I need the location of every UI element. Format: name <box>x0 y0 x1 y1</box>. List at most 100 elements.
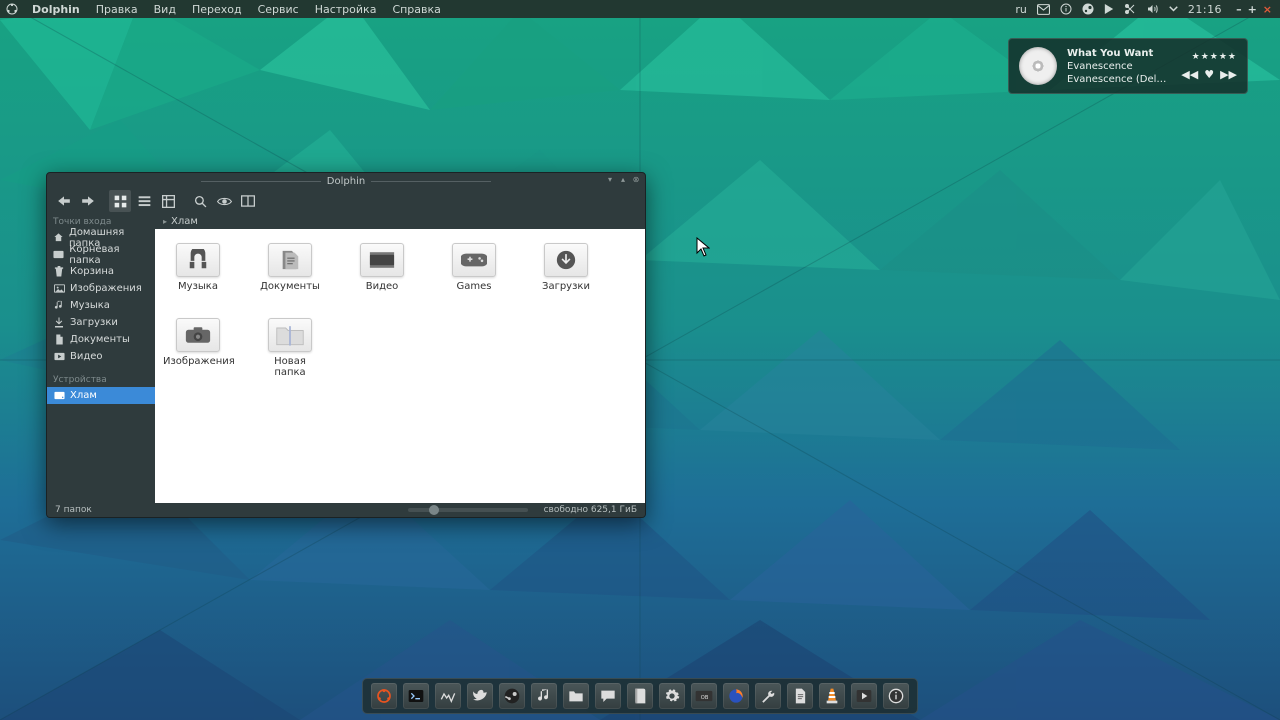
chevron-down-icon[interactable] <box>1169 6 1178 12</box>
window-minimize-button[interactable]: ▾ <box>605 174 615 184</box>
status-bar: 7 папок свободно 625,1 ГиБ <box>47 503 645 517</box>
dock-onboard[interactable]: OB <box>691 683 717 709</box>
dock-firefox[interactable] <box>723 683 749 709</box>
forward-button[interactable] <box>77 190 99 212</box>
folder-documents[interactable]: Документы <box>261 243 319 292</box>
dock-vlc[interactable] <box>819 683 845 709</box>
devices-section-title: Устройства <box>47 371 155 387</box>
dock-monitor[interactable] <box>435 683 461 709</box>
folder-videos[interactable]: Видео <box>353 243 411 292</box>
info-icon[interactable] <box>1060 3 1072 15</box>
search-button[interactable] <box>189 190 211 212</box>
preview-button[interactable] <box>213 190 235 212</box>
system-tray: ru 21:16 – + × <box>1015 3 1280 16</box>
love-track-button[interactable]: ♥ <box>1204 68 1214 81</box>
folder-downloads[interactable]: Загрузки <box>537 243 595 292</box>
folder-pictures[interactable]: Изображения <box>169 318 227 378</box>
breadcrumb[interactable]: ▸ Хлам <box>155 213 645 229</box>
menu-tools[interactable]: Сервис <box>250 3 307 16</box>
dock-terminal[interactable] <box>403 683 429 709</box>
hdd-icon <box>53 390 65 402</box>
icons-view-button[interactable] <box>109 190 131 212</box>
dock-book[interactable] <box>627 683 653 709</box>
dock-wrench[interactable] <box>755 683 781 709</box>
place-trash[interactable]: Корзина <box>47 263 155 280</box>
breadcrumb-arrow-icon: ▸ <box>163 217 167 226</box>
maximize-button[interactable]: + <box>1248 3 1257 16</box>
folder-new[interactable]: Новая папка <box>261 318 319 378</box>
dolphin-toolbar <box>47 189 645 213</box>
dock-music[interactable] <box>531 683 557 709</box>
folder-games[interactable]: Games <box>445 243 503 292</box>
pictures-icon <box>53 283 65 295</box>
play-icon[interactable] <box>1104 3 1114 15</box>
track-album: Evanescence (Delu... <box>1067 73 1171 86</box>
music-icon <box>53 300 65 312</box>
scissors-icon[interactable] <box>1124 3 1136 15</box>
dock-writer[interactable] <box>787 683 813 709</box>
places-sidebar: Точки входа Домашняя папка Корневая папк… <box>47 213 155 503</box>
folder-music[interactable]: Музыка <box>169 243 227 292</box>
place-music[interactable]: Музыка <box>47 297 155 314</box>
mouse-cursor-icon <box>696 237 710 257</box>
downloads-icon <box>53 317 65 329</box>
status-item-count: 7 папок <box>55 505 92 515</box>
dock-steam[interactable] <box>499 683 525 709</box>
split-view-button[interactable] <box>237 190 259 212</box>
track-title: What You Want <box>1067 47 1171 60</box>
place-videos[interactable]: Видео <box>47 348 155 365</box>
dock-media[interactable] <box>851 683 877 709</box>
device-hlam[interactable]: Хлам <box>47 387 155 404</box>
prev-track-button[interactable]: ◀◀ <box>1181 68 1198 81</box>
back-button[interactable] <box>53 190 75 212</box>
ubuntu-logo-icon[interactable] <box>0 3 24 15</box>
top-panel: Dolphin Правка Вид Переход Сервис Настро… <box>0 0 1280 18</box>
active-app-name: Dolphin <box>24 3 88 16</box>
rating-stars[interactable]: ★★★★★ <box>1192 52 1237 62</box>
window-close-button[interactable]: ⊗ <box>631 174 641 184</box>
menu-go[interactable]: Переход <box>184 3 250 16</box>
details-view-button[interactable] <box>157 190 179 212</box>
home-icon <box>53 232 64 244</box>
clock[interactable]: 21:16 <box>1188 3 1222 16</box>
menu-view[interactable]: Вид <box>146 3 184 16</box>
dock-files[interactable] <box>563 683 589 709</box>
place-pictures[interactable]: Изображения <box>47 280 155 297</box>
dock-bird[interactable] <box>467 683 493 709</box>
dock-settings[interactable] <box>659 683 685 709</box>
compact-view-button[interactable] <box>133 190 155 212</box>
svg-text:OB: OB <box>701 695 709 701</box>
place-documents[interactable]: Документы <box>47 331 155 348</box>
trash-icon <box>53 266 65 278</box>
mail-icon[interactable] <box>1037 4 1050 15</box>
album-art-disc-icon <box>1019 47 1057 85</box>
breadcrumb-current[interactable]: Хлам <box>171 216 198 227</box>
window-title: Dolphin <box>327 176 365 187</box>
menu-edit[interactable]: Правка <box>88 3 146 16</box>
documents-icon <box>53 334 65 346</box>
bottom-dock: OB <box>362 678 918 714</box>
status-free-space: свободно 625,1 ГиБ <box>544 505 637 515</box>
menu-settings[interactable]: Настройка <box>307 3 385 16</box>
close-button[interactable]: × <box>1263 3 1272 16</box>
steam-icon[interactable] <box>1082 3 1094 15</box>
dock-chat[interactable] <box>595 683 621 709</box>
keyboard-layout-indicator[interactable]: ru <box>1015 3 1027 16</box>
now-playing-osd: What You Want Evanescence Evanescence (D… <box>1008 38 1248 94</box>
place-root[interactable]: Корневая папка <box>47 246 155 263</box>
window-maximize-button[interactable]: ▴ <box>618 174 628 184</box>
track-artist: Evanescence <box>1067 60 1171 73</box>
place-downloads[interactable]: Загрузки <box>47 314 155 331</box>
window-titlebar[interactable]: Dolphin ▾ ▴ ⊗ <box>47 173 645 189</box>
menu-help[interactable]: Справка <box>384 3 448 16</box>
next-track-button[interactable]: ▶▶ <box>1220 68 1237 81</box>
volume-icon[interactable] <box>1146 3 1159 15</box>
minimize-button[interactable]: – <box>1236 3 1242 16</box>
dock-ubuntu[interactable] <box>371 683 397 709</box>
videos-icon <box>53 351 65 363</box>
drive-icon <box>53 249 64 261</box>
dock-info[interactable] <box>883 683 909 709</box>
file-view[interactable]: Музыка Документы Видео Games Загрузки Из… <box>155 229 645 503</box>
dolphin-window: Dolphin ▾ ▴ ⊗ Точки входа Домашняя папка… <box>46 172 646 518</box>
zoom-slider[interactable] <box>408 508 528 512</box>
